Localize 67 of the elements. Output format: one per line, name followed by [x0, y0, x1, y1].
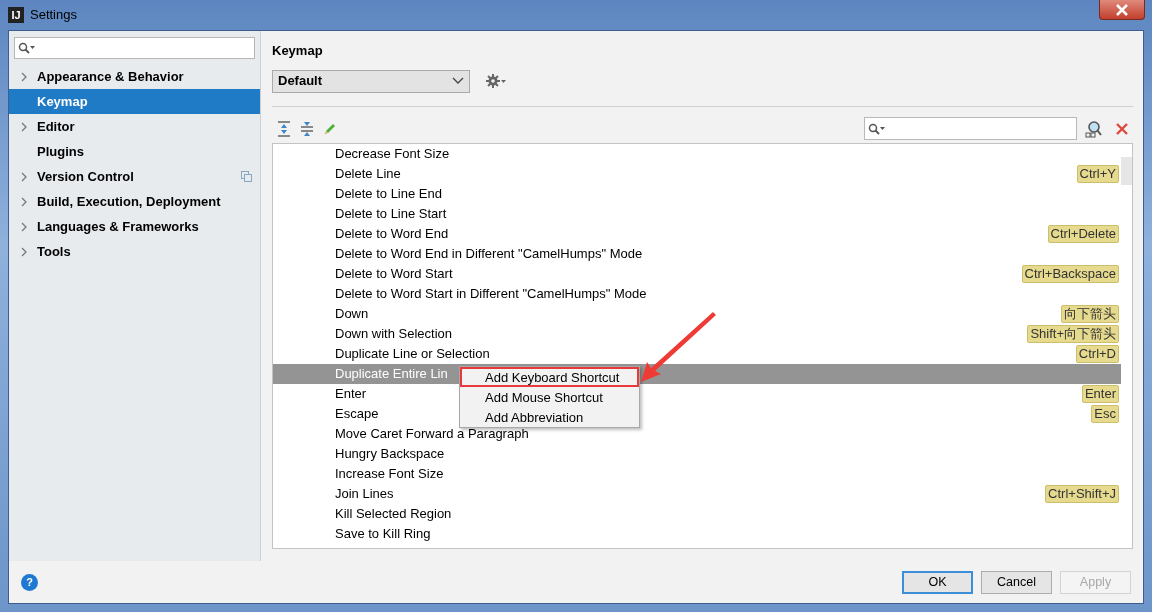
action-name: Move Caret Forward a Paragraph [335, 424, 529, 443]
search-icon [868, 122, 886, 135]
shortcut-badge: Esc [1091, 404, 1119, 423]
chevron-down-icon [452, 77, 464, 85]
action-name: Delete to Word Start in Different "CamelHumps" Mode [335, 284, 647, 303]
sidebar-item[interactable]: Plugins [9, 139, 260, 164]
chevron-right-icon[interactable] [21, 121, 28, 132]
sidebar-item[interactable]: Editor [9, 114, 260, 139]
action-name: Delete to Line End [335, 184, 442, 203]
shortcut-badge: 向下箭头 [1061, 304, 1119, 323]
clear-icon[interactable] [1115, 121, 1129, 136]
search-icon [18, 42, 36, 54]
chevron-right-icon[interactable] [21, 171, 28, 182]
search-field[interactable] [864, 117, 1077, 140]
sidebar-item[interactable]: Appearance & Behavior [9, 64, 260, 89]
window-title: Settings [30, 6, 77, 24]
shortcut-badge: Ctrl+Backspace [1021, 264, 1119, 283]
sidebar-item[interactable]: Languages & Frameworks [9, 214, 260, 239]
sidebar-item[interactable]: Keymap [9, 89, 260, 114]
action-name: Delete to Word Start [335, 264, 453, 283]
action-name: Hungry Backspace [335, 444, 445, 463]
close-button[interactable] [1099, 0, 1145, 20]
action-name: Escape [335, 404, 379, 423]
action-name: Kill Selected Region [335, 504, 452, 523]
menu-item[interactable]: Add Mouse Shortcut [460, 386, 639, 407]
shortcut-badge: Shift+向下箭头 [1027, 324, 1119, 343]
sidebar-item[interactable]: Tools [9, 239, 260, 264]
action-name: Delete to Line Start [335, 204, 447, 223]
help-button[interactable]: ? [21, 573, 38, 591]
action-name: Down [335, 304, 369, 323]
find-shortcut-icon[interactable] [1085, 119, 1103, 138]
sidebar-item[interactable]: Build, Execution, Deployment [9, 189, 260, 214]
action-name: Delete to Word End in Different "CamelHumps" Mode [335, 244, 643, 263]
pencil-icon[interactable] [323, 121, 337, 136]
chevron-right-icon[interactable] [21, 221, 28, 232]
app-logo: IJ [8, 6, 24, 23]
shortcut-badge: Ctrl+Y [1076, 164, 1119, 183]
shortcut-badge: Ctrl+Shift+J [1045, 484, 1119, 503]
action-name: Join Lines [335, 484, 394, 503]
shortcut-badge: Ctrl+D [1075, 344, 1119, 363]
keymap-dropdown[interactable]: Default [272, 69, 470, 93]
action-name: Increase Font Size [335, 464, 444, 483]
close-icon [1115, 3, 1129, 16]
dialog-button[interactable]: Cancel [981, 570, 1052, 594]
action-name: Down with Selection [335, 324, 453, 343]
scrollbar-thumb[interactable] [1121, 156, 1132, 185]
menu-item[interactable]: Add Abbreviation [460, 406, 639, 427]
search-field[interactable] [14, 37, 255, 59]
chevron-right-icon[interactable] [21, 196, 28, 207]
menu-item[interactable]: Add Keyboard Shortcut [460, 366, 639, 387]
action-name: Enter [335, 384, 367, 403]
action-name: Decrease Font Size [335, 144, 450, 163]
shortcut-badge: Enter [1081, 384, 1119, 403]
shortcut-badge: Ctrl+Delete [1047, 224, 1119, 243]
action-name: Duplicate Line or Selection [335, 344, 490, 363]
sidebar-item[interactable]: Version Control [9, 164, 260, 189]
expand-all-icon[interactable] [277, 120, 291, 137]
gear-icon[interactable] [486, 73, 506, 89]
collapse-all-icon[interactable] [300, 120, 314, 137]
panel-title: Keymap [272, 42, 324, 60]
action-name: Duplicate Entire Lin [335, 364, 448, 383]
action-name: Delete Line [335, 164, 401, 183]
chevron-right-icon[interactable] [21, 246, 28, 257]
action-name: Delete to Word End [335, 224, 449, 243]
chevron-right-icon[interactable] [21, 71, 28, 82]
action-name: Save to Kill Ring [335, 524, 431, 543]
dialog-button[interactable]: OK [902, 570, 973, 594]
